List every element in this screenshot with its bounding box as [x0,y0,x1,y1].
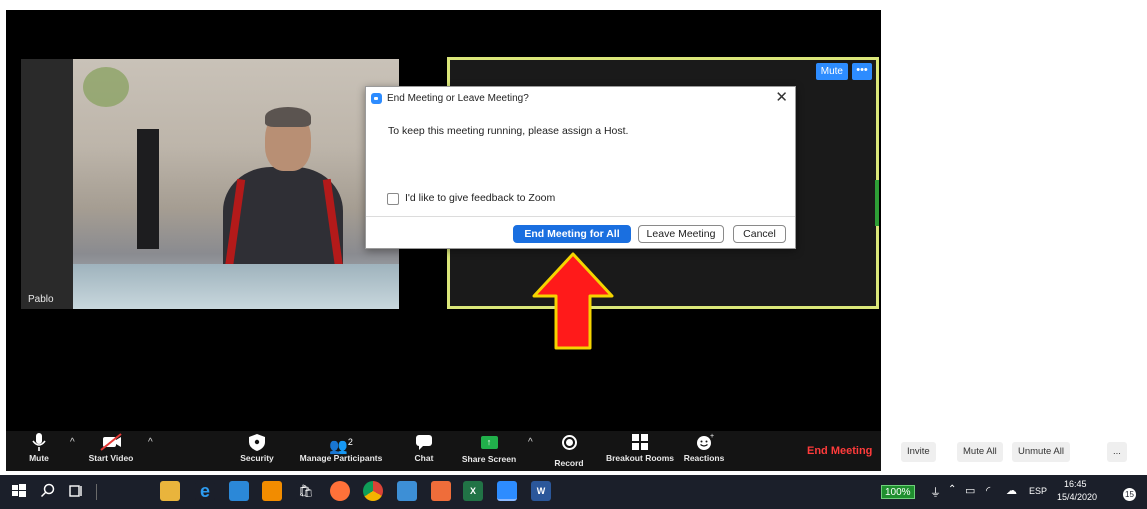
security-button[interactable]: Security [236,431,278,471]
feedback-checkbox-label[interactable]: I'd like to give feedback to Zoom [405,192,555,204]
red-arrow-annotation [532,252,614,350]
manage-participants-label: Manage Participants [299,453,383,463]
share-screen-button[interactable]: ↑ Share Screen [458,431,520,471]
participants-icon: 👥2 [329,437,353,455]
close-icon[interactable]: ✕ [775,90,788,106]
share-options-chevron-icon[interactable]: ^ [528,437,533,448]
background-monitor [137,129,159,249]
task-view-icon[interactable] [66,481,86,501]
share-screen-icon: ↑ [480,436,498,449]
chrome-icon[interactable] [363,481,383,501]
tile-more-button[interactable]: ••• [852,63,872,80]
mute-label: Mute [29,453,49,463]
power-icon[interactable]: ⏚ [930,484,941,500]
chat-icon [416,435,432,450]
dialog-titlebar: End Meeting or Leave Meeting? ✕ [366,87,795,111]
start-video-label: Start Video [88,453,134,463]
end-meeting-button[interactable]: End Meeting [807,445,872,457]
notification-count: 15 [1123,488,1136,501]
xampp-icon[interactable] [431,481,451,501]
unmute-all-button[interactable]: Unmute All [1012,442,1070,462]
background-plant [83,67,129,107]
cancel-button[interactable]: Cancel [733,225,786,243]
reactions-label: Reactions [683,453,725,463]
store-icon[interactable]: 🛍 [296,481,316,501]
mute-all-button[interactable]: Mute All [957,442,1003,462]
chat-button[interactable]: Chat [409,431,439,471]
record-icon [561,435,577,450]
record-button[interactable]: Record [551,431,587,471]
breakout-rooms-icon [632,434,648,450]
record-label: Record [554,458,584,468]
feedback-checkbox[interactable] [387,193,399,205]
wifi-icon[interactable]: ◜ [986,484,990,497]
file-explorer-icon[interactable] [160,481,180,501]
dialog-divider [366,216,795,217]
notification-center-icon[interactable]: 15 [1117,481,1139,503]
manage-participants-button[interactable]: 👥2 Manage Participants [295,431,387,471]
firefox-icon[interactable] [330,481,350,501]
word-icon[interactable]: W [531,481,551,501]
chevron-up-icon[interactable]: ⌃ [948,484,956,495]
audio-options-chevron-icon[interactable]: ^ [70,437,75,448]
breakout-rooms-button[interactable]: Breakout Rooms [600,431,680,471]
reactions-icon: + [697,433,714,450]
excel-icon[interactable]: X [463,481,483,501]
chat-label: Chat [414,453,434,463]
microphone-icon [32,433,46,451]
security-label: Security [240,453,274,463]
reactions-button[interactable]: + Reactions [682,431,726,471]
participant-name-label: Pablo [28,294,54,305]
taskbar-separator [96,484,97,500]
end-meeting-for-all-button[interactable]: End Meeting for All [513,225,631,243]
network-icon[interactable]: ▭ [965,484,975,497]
start-video-button[interactable]: Start Video [86,431,136,471]
windows-taskbar: e 🛍 X W 100% ⏚ ⌃ ▭ ◜ ☁ ESP 16:45 15/4/20… [0,475,1147,509]
edge-icon[interactable]: e [195,481,215,501]
mute-button[interactable]: Mute [24,431,54,471]
notepad-icon[interactable] [397,481,417,501]
leave-meeting-button[interactable]: Leave Meeting [638,225,724,243]
dialog-title: End Meeting or Leave Meeting? [387,93,529,104]
clock-time[interactable]: 16:45 [1064,479,1087,489]
dialog-message: To keep this meeting running, please ass… [388,125,629,137]
sublime-text-icon[interactable] [262,481,282,501]
tile-mute-button[interactable]: Mute [815,63,848,80]
mail-icon[interactable] [229,481,249,501]
invite-button[interactable]: Invite [901,442,936,462]
participant-video-tile[interactable]: Pablo [21,59,399,309]
participant-video-feed [73,59,399,309]
speaker-indicator [875,180,879,226]
participants-panel-actions: Invite Mute All Unmute All ... [881,436,1147,471]
participant-count: 2 [347,437,353,447]
screen: Pablo Mute ••• End Meeting or Leave Meet… [0,0,1147,509]
video-off-icon [100,433,122,451]
shield-icon [249,434,265,451]
end-meeting-dialog: End Meeting or Leave Meeting? ✕ To keep … [365,86,796,249]
person-hair [265,107,311,127]
zoom-logo-icon [371,93,382,104]
svg-text:+: + [710,433,714,440]
language-indicator[interactable]: ESP [1029,486,1047,496]
search-icon[interactable] [38,481,58,501]
clock-date[interactable]: 15/4/2020 [1057,492,1097,502]
meeting-toolbar: Mute ^ Start Video ^ Security 👥2 Manage … [6,431,881,471]
panel-more-button[interactable]: ... [1107,442,1127,462]
onedrive-icon[interactable]: ☁ [1006,484,1017,497]
breakout-rooms-label: Breakout Rooms [605,453,674,463]
participants-panel [881,10,1147,471]
desk [73,264,399,309]
share-screen-label: Share Screen [461,454,517,464]
zoom-app-icon[interactable] [497,481,517,501]
video-options-chevron-icon[interactable]: ^ [148,437,153,448]
battery-indicator[interactable]: 100% [881,485,915,499]
arrow-shape [532,252,614,350]
windows-start-icon[interactable] [9,481,29,501]
